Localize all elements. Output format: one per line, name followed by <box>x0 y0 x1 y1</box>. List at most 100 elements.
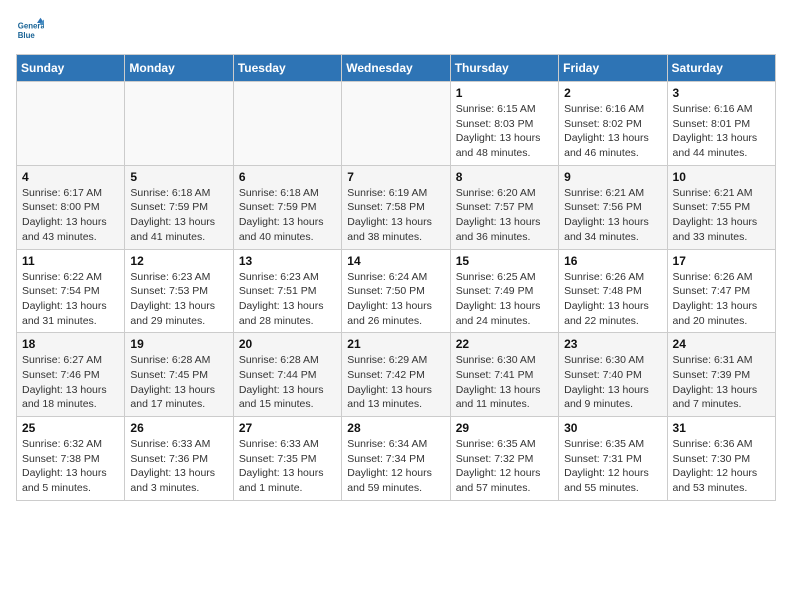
day-detail: Sunrise: 6:21 AM Sunset: 7:55 PM Dayligh… <box>673 186 770 245</box>
calendar-week-3: 11 Sunrise: 6:22 AM Sunset: 7:54 PM Dayli… <box>17 249 776 333</box>
day-detail: Sunrise: 6:16 AM Sunset: 8:01 PM Dayligh… <box>673 102 770 161</box>
calendar-cell: 30Sunrise: 6:35 AM Sunset: 7:31 PM Dayli… <box>559 417 667 501</box>
day-number: 14 <box>347 254 444 268</box>
day-number: 28 <box>347 421 444 435</box>
day-detail: Sunrise: 6:26 AM Sunset: 7:47 PM Dayligh… <box>673 270 770 329</box>
calendar-cell: 11 Sunrise: 6:22 AM Sunset: 7:54 PM Dayli… <box>17 249 125 333</box>
day-number: 1 <box>456 86 553 100</box>
day-number: 30 <box>564 421 661 435</box>
day-number: 31 <box>673 421 770 435</box>
day-number: 27 <box>239 421 336 435</box>
calendar-cell: 13 Sunrise: 6:23 AM Sunset: 7:51 PM Dayli… <box>233 249 341 333</box>
calendar-week-4: 18 Sunrise: 6:27 AM Sunset: 7:46 PM Dayli… <box>17 333 776 417</box>
day-detail: Sunrise: 6:18 AM Sunset: 7:59 PM Dayligh… <box>130 186 227 245</box>
calendar-cell: 29Sunrise: 6:35 AM Sunset: 7:32 PM Dayli… <box>450 417 558 501</box>
day-detail: Sunrise: 6:36 AM Sunset: 7:30 PM Dayligh… <box>673 437 770 496</box>
calendar-cell: 17 Sunrise: 6:26 AM Sunset: 7:47 PM Dayli… <box>667 249 775 333</box>
calendar-cell: 25 Sunrise: 6:32 AM Sunset: 7:38 PM Dayli… <box>17 417 125 501</box>
day-number: 10 <box>673 170 770 184</box>
day-detail: Sunrise: 6:34 AM Sunset: 7:34 PM Dayligh… <box>347 437 444 496</box>
column-header-saturday: Saturday <box>667 55 775 82</box>
calendar-cell: 5 Sunrise: 6:18 AM Sunset: 7:59 PM Daylig… <box>125 165 233 249</box>
day-number: 5 <box>130 170 227 184</box>
day-detail: Sunrise: 6:30 AM Sunset: 7:41 PM Dayligh… <box>456 353 553 412</box>
day-detail: Sunrise: 6:26 AM Sunset: 7:48 PM Dayligh… <box>564 270 661 329</box>
day-detail: Sunrise: 6:17 AM Sunset: 8:00 PM Dayligh… <box>22 186 119 245</box>
calendar-cell: 15Sunrise: 6:25 AM Sunset: 7:49 PM Dayli… <box>450 249 558 333</box>
calendar-cell: 18 Sunrise: 6:27 AM Sunset: 7:46 PM Dayli… <box>17 333 125 417</box>
calendar-cell: 28 Sunrise: 6:34 AM Sunset: 7:34 PM Dayli… <box>342 417 450 501</box>
day-detail: Sunrise: 6:27 AM Sunset: 7:46 PM Dayligh… <box>22 353 119 412</box>
day-number: 23 <box>564 337 661 351</box>
calendar-cell <box>17 82 125 166</box>
calendar-cell: 26 Sunrise: 6:33 AM Sunset: 7:36 PM Dayli… <box>125 417 233 501</box>
day-detail: Sunrise: 6:23 AM Sunset: 7:51 PM Dayligh… <box>239 270 336 329</box>
day-detail: Sunrise: 6:23 AM Sunset: 7:53 PM Dayligh… <box>130 270 227 329</box>
logo: General Blue <box>16 16 48 44</box>
day-number: 19 <box>130 337 227 351</box>
svg-text:Blue: Blue <box>18 31 36 40</box>
day-number: 21 <box>347 337 444 351</box>
day-number: 13 <box>239 254 336 268</box>
day-number: 17 <box>673 254 770 268</box>
calendar-table: SundayMondayTuesdayWednesdayThursdayFrid… <box>16 54 776 501</box>
calendar-cell: 9Sunrise: 6:21 AM Sunset: 7:56 PM Daylig… <box>559 165 667 249</box>
calendar-cell: 23 Sunrise: 6:30 AM Sunset: 7:40 PM Dayli… <box>559 333 667 417</box>
calendar-cell: 12 Sunrise: 6:23 AM Sunset: 7:53 PM Dayli… <box>125 249 233 333</box>
calendar-cell: 14 Sunrise: 6:24 AM Sunset: 7:50 PM Dayli… <box>342 249 450 333</box>
day-number: 8 <box>456 170 553 184</box>
day-detail: Sunrise: 6:29 AM Sunset: 7:42 PM Dayligh… <box>347 353 444 412</box>
calendar-cell: 6Sunrise: 6:18 AM Sunset: 7:59 PM Daylig… <box>233 165 341 249</box>
column-header-wednesday: Wednesday <box>342 55 450 82</box>
day-detail: Sunrise: 6:33 AM Sunset: 7:36 PM Dayligh… <box>130 437 227 496</box>
calendar-header-row: SundayMondayTuesdayWednesdayThursdayFrid… <box>17 55 776 82</box>
day-number: 16 <box>564 254 661 268</box>
calendar-cell: 7Sunrise: 6:19 AM Sunset: 7:58 PM Daylig… <box>342 165 450 249</box>
calendar-cell: 2Sunrise: 6:16 AM Sunset: 8:02 PM Daylig… <box>559 82 667 166</box>
day-detail: Sunrise: 6:22 AM Sunset: 7:54 PM Dayligh… <box>22 270 119 329</box>
day-number: 15 <box>456 254 553 268</box>
day-number: 25 <box>22 421 119 435</box>
day-detail: Sunrise: 6:15 AM Sunset: 8:03 PM Dayligh… <box>456 102 553 161</box>
day-detail: Sunrise: 6:20 AM Sunset: 7:57 PM Dayligh… <box>456 186 553 245</box>
calendar-cell: 24Sunrise: 6:31 AM Sunset: 7:39 PM Dayli… <box>667 333 775 417</box>
day-number: 26 <box>130 421 227 435</box>
day-detail: Sunrise: 6:16 AM Sunset: 8:02 PM Dayligh… <box>564 102 661 161</box>
column-header-friday: Friday <box>559 55 667 82</box>
calendar-cell: 10 Sunrise: 6:21 AM Sunset: 7:55 PM Dayli… <box>667 165 775 249</box>
day-detail: Sunrise: 6:24 AM Sunset: 7:50 PM Dayligh… <box>347 270 444 329</box>
day-detail: Sunrise: 6:21 AM Sunset: 7:56 PM Dayligh… <box>564 186 661 245</box>
calendar-cell: 22 Sunrise: 6:30 AM Sunset: 7:41 PM Dayli… <box>450 333 558 417</box>
calendar-cell <box>342 82 450 166</box>
calendar-cell: 1 Sunrise: 6:15 AM Sunset: 8:03 PM Daylig… <box>450 82 558 166</box>
calendar-cell: 3 Sunrise: 6:16 AM Sunset: 8:01 PM Daylig… <box>667 82 775 166</box>
calendar-week-1: 1 Sunrise: 6:15 AM Sunset: 8:03 PM Daylig… <box>17 82 776 166</box>
day-detail: Sunrise: 6:32 AM Sunset: 7:38 PM Dayligh… <box>22 437 119 496</box>
calendar-cell: 21 Sunrise: 6:29 AM Sunset: 7:42 PM Dayli… <box>342 333 450 417</box>
column-header-sunday: Sunday <box>17 55 125 82</box>
calendar-week-5: 25 Sunrise: 6:32 AM Sunset: 7:38 PM Dayli… <box>17 417 776 501</box>
day-number: 18 <box>22 337 119 351</box>
day-number: 22 <box>456 337 553 351</box>
day-detail: Sunrise: 6:30 AM Sunset: 7:40 PM Dayligh… <box>564 353 661 412</box>
column-header-tuesday: Tuesday <box>233 55 341 82</box>
day-number: 12 <box>130 254 227 268</box>
day-number: 11 <box>22 254 119 268</box>
calendar-body: 1 Sunrise: 6:15 AM Sunset: 8:03 PM Daylig… <box>17 82 776 501</box>
calendar-cell: 19 Sunrise: 6:28 AM Sunset: 7:45 PM Dayli… <box>125 333 233 417</box>
day-detail: Sunrise: 6:19 AM Sunset: 7:58 PM Dayligh… <box>347 186 444 245</box>
calendar-cell <box>233 82 341 166</box>
day-detail: Sunrise: 6:33 AM Sunset: 7:35 PM Dayligh… <box>239 437 336 496</box>
calendar-cell: 16 Sunrise: 6:26 AM Sunset: 7:48 PM Dayli… <box>559 249 667 333</box>
calendar-cell: 27 Sunrise: 6:33 AM Sunset: 7:35 PM Dayli… <box>233 417 341 501</box>
page-header: General Blue <box>16 16 776 44</box>
calendar-cell: 20Sunrise: 6:28 AM Sunset: 7:44 PM Dayli… <box>233 333 341 417</box>
day-number: 3 <box>673 86 770 100</box>
day-number: 29 <box>456 421 553 435</box>
calendar-week-2: 4Sunrise: 6:17 AM Sunset: 8:00 PM Daylig… <box>17 165 776 249</box>
day-number: 24 <box>673 337 770 351</box>
calendar-cell: 4Sunrise: 6:17 AM Sunset: 8:00 PM Daylig… <box>17 165 125 249</box>
logo-icon: General Blue <box>16 16 44 44</box>
day-detail: Sunrise: 6:28 AM Sunset: 7:45 PM Dayligh… <box>130 353 227 412</box>
calendar-cell: 31 Sunrise: 6:36 AM Sunset: 7:30 PM Dayli… <box>667 417 775 501</box>
